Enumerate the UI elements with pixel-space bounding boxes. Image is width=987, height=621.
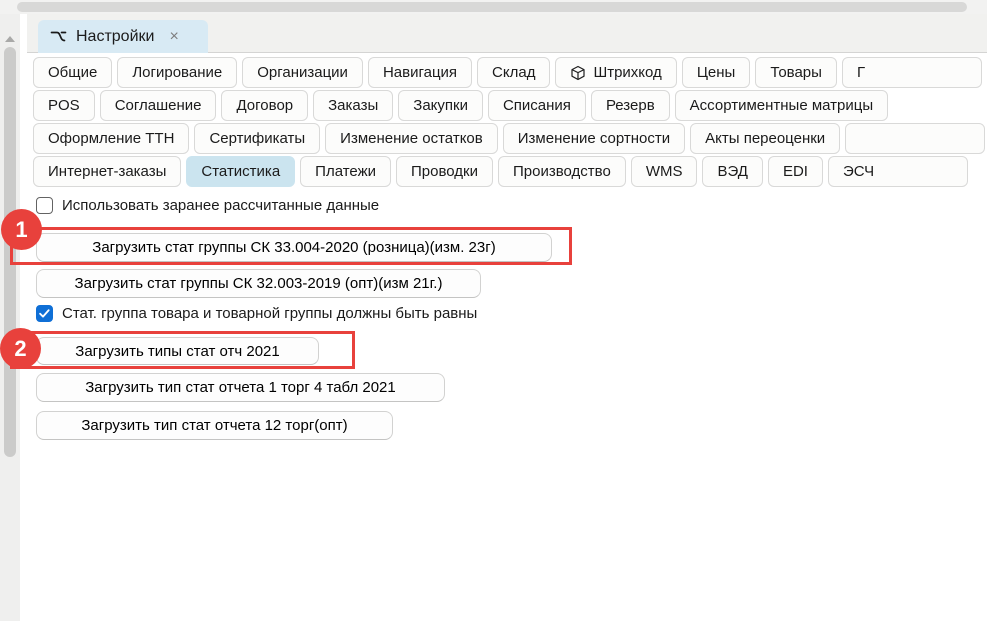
tab-label: Г <box>857 64 865 81</box>
tab-esch[interactable]: ЭСЧ <box>828 156 968 187</box>
scroll-up-arrow-icon[interactable] <box>5 36 15 42</box>
tab-assortimentnye-matritsy[interactable]: Ассортиментные матрицы <box>675 90 888 121</box>
tab-label: POS <box>48 97 80 114</box>
tab-platezhi[interactable]: Платежи <box>300 156 391 187</box>
load-stat-report-type-1-torg-button[interactable]: Загрузить тип стат отчета 1 торг 4 табл … <box>36 373 445 402</box>
tab-label: Договор <box>236 97 293 114</box>
step-1-badge: 1 <box>1 209 42 250</box>
tab-tseny[interactable]: Цены <box>682 57 751 88</box>
vertical-scrollbar[interactable] <box>0 14 20 621</box>
close-icon[interactable]: × <box>169 28 178 46</box>
tab-sertifikaty[interactable]: Сертификаты <box>194 123 320 154</box>
stat-group-equal-label: Стат. группа товара и товарной группы до… <box>62 305 477 322</box>
tab-label: Логирование <box>132 64 222 81</box>
tab-label: Общие <box>48 64 97 81</box>
tab-label: Платежи <box>315 163 376 180</box>
tab-internet-zakazy[interactable]: Интернет-заказы <box>33 156 181 187</box>
use-precalculated-data-row: Использовать заранее рассчитанные данные <box>36 196 379 214</box>
tab-label: Закупки <box>413 97 468 114</box>
tab-dogovor[interactable]: Договор <box>221 90 308 121</box>
tab-label: Оформление ТТН <box>48 130 174 147</box>
use-precalculated-data-label: Использовать заранее рассчитанные данные <box>62 197 379 214</box>
tab-label: WMS <box>646 163 683 180</box>
tab-label: Акты переоценки <box>705 130 825 147</box>
tab-provodki[interactable]: Проводки <box>396 156 493 187</box>
tab-label: ВЭД <box>717 163 747 180</box>
page-tab-row-2: POS Соглашение Договор Заказы Закупки Списани… <box>27 90 987 122</box>
tab-partial-g[interactable]: Г <box>842 57 982 88</box>
tab-izmenenie-ostatkov[interactable]: Изменение остатков <box>325 123 498 154</box>
vertical-scrollbar-thumb[interactable] <box>4 47 16 457</box>
tab-nastroyki-document[interactable]: Настройки × <box>38 20 208 53</box>
load-stat-groups-sk-32-button[interactable]: Загрузить стат группы СК 32.003-2019 (оп… <box>36 269 481 298</box>
page-tab-row-4: Интернет-заказы Статистика Платежи Проводки… <box>27 156 987 188</box>
tab-navigatsiya[interactable]: Навигация <box>368 57 472 88</box>
tab-rezerv[interactable]: Резерв <box>591 90 670 121</box>
tab-label: Заказы <box>328 97 378 114</box>
horizontal-scrollbar[interactable] <box>0 0 987 14</box>
load-stat-groups-sk-33-button[interactable]: Загрузить стат группы СК 33.004-2020 (ро… <box>36 233 552 262</box>
tab-label: Изменение сортности <box>518 130 670 147</box>
tab-akty-pereotsenki[interactable]: Акты переоценки <box>690 123 840 154</box>
tab-label: Производство <box>513 163 611 180</box>
tab-label: Штрихкод <box>593 64 661 81</box>
tab-soglashenie[interactable]: Соглашение <box>100 90 217 121</box>
tab-label: Товары <box>770 64 822 81</box>
tab-tovary[interactable]: Товары <box>755 57 837 88</box>
load-stat-report-types-2021-button[interactable]: Загрузить типы стат отч 2021 <box>36 337 319 365</box>
tab-obshchie[interactable]: Общие <box>33 57 112 88</box>
document-tab-title: Настройки <box>76 28 154 46</box>
tab-label: Навигация <box>383 64 457 81</box>
tab-label: ЭСЧ <box>843 163 874 180</box>
tab-izmenenie-sortnosti[interactable]: Изменение сортности <box>503 123 685 154</box>
tab-label: EDI <box>783 163 808 180</box>
use-precalculated-data-checkbox[interactable] <box>36 197 53 214</box>
document-tabstrip: Настройки × <box>27 14 987 53</box>
tab-label: Организации <box>257 64 348 81</box>
page-tab-row-3: Оформление ТТН Сертификаты Изменение остат… <box>27 123 987 155</box>
tab-wms[interactable]: WMS <box>631 156 698 187</box>
load-stat-report-type-12-torg-button[interactable]: Загрузить тип стат отчета 12 торг(опт) <box>36 411 393 440</box>
tab-label: Склад <box>492 64 535 81</box>
tab-shtrikhkod[interactable]: Штрихкод <box>555 57 676 88</box>
tab-statistika[interactable]: Статистика <box>186 156 295 187</box>
horizontal-scrollbar-thumb[interactable] <box>17 2 967 12</box>
tab-label: Сертификаты <box>209 130 305 147</box>
tab-pos[interactable]: POS <box>33 90 95 121</box>
tab-oformlenie-ttn[interactable]: Оформление ТТН <box>33 123 189 154</box>
step-2-badge: 2 <box>0 328 41 369</box>
tab-zakazy[interactable]: Заказы <box>313 90 393 121</box>
tab-label: Проводки <box>411 163 478 180</box>
curve-icon <box>50 28 67 45</box>
tab-label: Резерв <box>606 97 655 114</box>
cube-icon <box>570 65 586 81</box>
tab-partial-empty[interactable] <box>845 123 985 154</box>
tab-organizatsii[interactable]: Организации <box>242 57 363 88</box>
tab-zakupki[interactable]: Закупки <box>398 90 483 121</box>
tab-label: Статистика <box>201 163 280 180</box>
page-tab-row-1: Общие Логирование Организации Навигация Скла… <box>27 57 987 89</box>
tab-label: Изменение остатков <box>340 130 483 147</box>
tab-ved[interactable]: ВЭД <box>702 156 762 187</box>
tab-sklad[interactable]: Склад <box>477 57 550 88</box>
tab-edi[interactable]: EDI <box>768 156 823 187</box>
tab-label: Цены <box>697 64 736 81</box>
tab-spisaniya[interactable]: Списания <box>488 90 586 121</box>
stat-group-equal-row: Стат. группа товара и товарной группы до… <box>36 304 477 322</box>
tab-label: Списания <box>503 97 571 114</box>
stat-group-equal-checkbox[interactable] <box>36 305 53 322</box>
tab-label: Соглашение <box>115 97 202 114</box>
tab-proizvodstvo[interactable]: Производство <box>498 156 626 187</box>
tab-label: Интернет-заказы <box>48 163 166 180</box>
settings-window: Настройки × Общие Логирование Организации Н… <box>0 0 987 621</box>
tab-label: Ассортиментные матрицы <box>690 97 873 114</box>
tab-logirovanie[interactable]: Логирование <box>117 57 237 88</box>
